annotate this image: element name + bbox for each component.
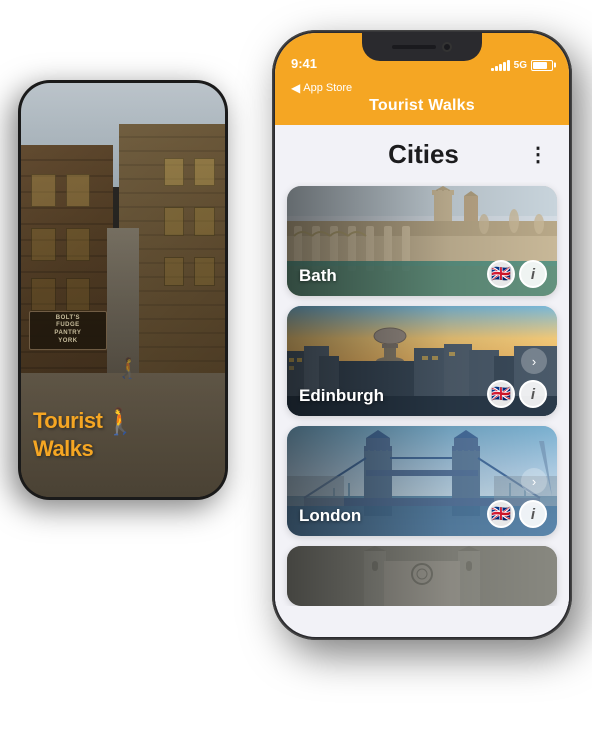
- london-badges: 🇬🇧 i: [487, 500, 547, 528]
- logo-text-walks: Walks: [33, 437, 213, 461]
- city-card-london[interactable]: London › 🇬🇧 i: [287, 426, 557, 536]
- speaker: [392, 45, 436, 49]
- bath-badges: 🇬🇧 i: [487, 260, 547, 288]
- scene: BOLT'S FUDGE PANTRY YORK 🚶 Tourist 🚶 Wal…: [0, 0, 592, 745]
- status-time: 9:41: [291, 56, 317, 71]
- street-background: BOLT'S FUDGE PANTRY YORK 🚶 Tourist 🚶 Wal…: [21, 83, 225, 497]
- battery-icon: [531, 60, 553, 71]
- carrier-label: 5G: [514, 60, 527, 71]
- back-button[interactable]: ◀ App Store: [291, 81, 352, 95]
- city-name-edinburgh: Edinburgh: [299, 386, 384, 406]
- front-phone: 9:41 5G ◀: [272, 30, 572, 640]
- cities-header: Cities ⋮: [275, 125, 569, 182]
- logo-text-tourist: Tourist: [33, 409, 102, 433]
- back-label: App Store: [303, 82, 352, 94]
- cities-page: Cities ⋮: [275, 125, 569, 606]
- city-card-bath[interactable]: Bath 🇬🇧 i: [287, 186, 557, 296]
- edinburgh-badges: 🇬🇧 i: [487, 380, 547, 408]
- bath-info[interactable]: i: [519, 260, 547, 288]
- battery-fill: [533, 62, 547, 69]
- bath-flag: 🇬🇧: [487, 260, 515, 288]
- cities-list: Bath 🇬🇧 i: [275, 182, 569, 606]
- city-name-london: London: [299, 506, 361, 526]
- notch: [362, 33, 482, 61]
- tourist-walks-logo: Tourist 🚶 Walks: [33, 406, 213, 461]
- city-card-edinburgh[interactable]: Edinburgh › 🇬🇧 i: [287, 306, 557, 416]
- york-overlay: [287, 546, 557, 606]
- more-icon[interactable]: ⋮: [528, 142, 549, 167]
- edinburgh-info[interactable]: i: [519, 380, 547, 408]
- london-info[interactable]: i: [519, 500, 547, 528]
- back-phone: BOLT'S FUDGE PANTRY YORK 🚶 Tourist 🚶 Wal…: [18, 80, 228, 500]
- edinburgh-arrow[interactable]: ›: [521, 348, 547, 374]
- walker-icon: 🚶: [104, 406, 136, 437]
- back-chevron-icon: ◀: [291, 81, 300, 95]
- status-icons: 5G: [491, 59, 553, 71]
- london-arrow[interactable]: ›: [521, 468, 547, 494]
- app-title: Tourist Walks: [369, 97, 475, 115]
- signal-icon: [491, 59, 510, 71]
- cities-title: Cities: [319, 139, 528, 170]
- edinburgh-flag: 🇬🇧: [487, 380, 515, 408]
- city-card-york[interactable]: [287, 546, 557, 606]
- london-flag: 🇬🇧: [487, 500, 515, 528]
- city-name-bath: Bath: [299, 266, 337, 286]
- camera: [442, 42, 452, 52]
- app-header: ◀ App Store Tourist Walks: [275, 77, 569, 125]
